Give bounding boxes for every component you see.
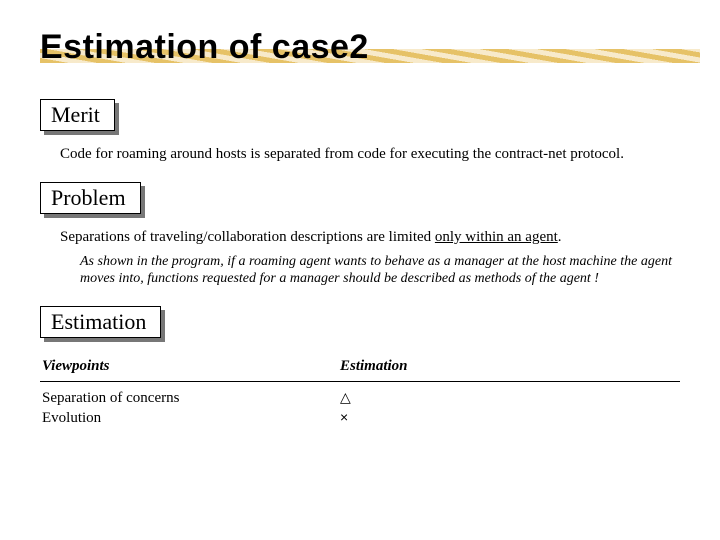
row-value: ×: [340, 408, 680, 428]
section-merit-box: Merit: [40, 99, 115, 131]
problem-subtext: As shown in the program, if a roaming ag…: [80, 253, 680, 288]
section-merit-label: Merit: [40, 99, 115, 131]
problem-text: Separations of traveling/collaboration d…: [60, 228, 680, 247]
problem-text-underlined: only within an agent: [435, 229, 558, 245]
merit-text: Code for roaming around hosts is separat…: [60, 145, 680, 164]
row-label: Separation of concerns: [40, 388, 340, 408]
table-row: Evolution ×: [40, 408, 680, 428]
row-label: Evolution: [40, 408, 340, 428]
problem-text-suffix: .: [558, 229, 562, 245]
row-value: △: [340, 388, 680, 408]
table-divider: [40, 381, 680, 382]
section-problem-box: Problem: [40, 182, 141, 214]
slide-title: Estimation of case2: [40, 28, 680, 67]
section-estimation-label: Estimation: [40, 306, 161, 338]
header-estimation: Estimation: [340, 358, 680, 375]
header-viewpoints: Viewpoints: [40, 358, 340, 375]
title-block: Estimation of case2: [40, 28, 680, 67]
problem-text-prefix: Separations of traveling/collaboration d…: [60, 229, 435, 245]
section-problem-label: Problem: [40, 182, 141, 214]
section-estimation-box: Estimation: [40, 306, 161, 338]
table-header-row: Viewpoints Estimation: [40, 358, 680, 379]
table-row: Separation of concerns △: [40, 388, 680, 408]
estimation-table: Viewpoints Estimation Separation of conc…: [40, 358, 680, 429]
